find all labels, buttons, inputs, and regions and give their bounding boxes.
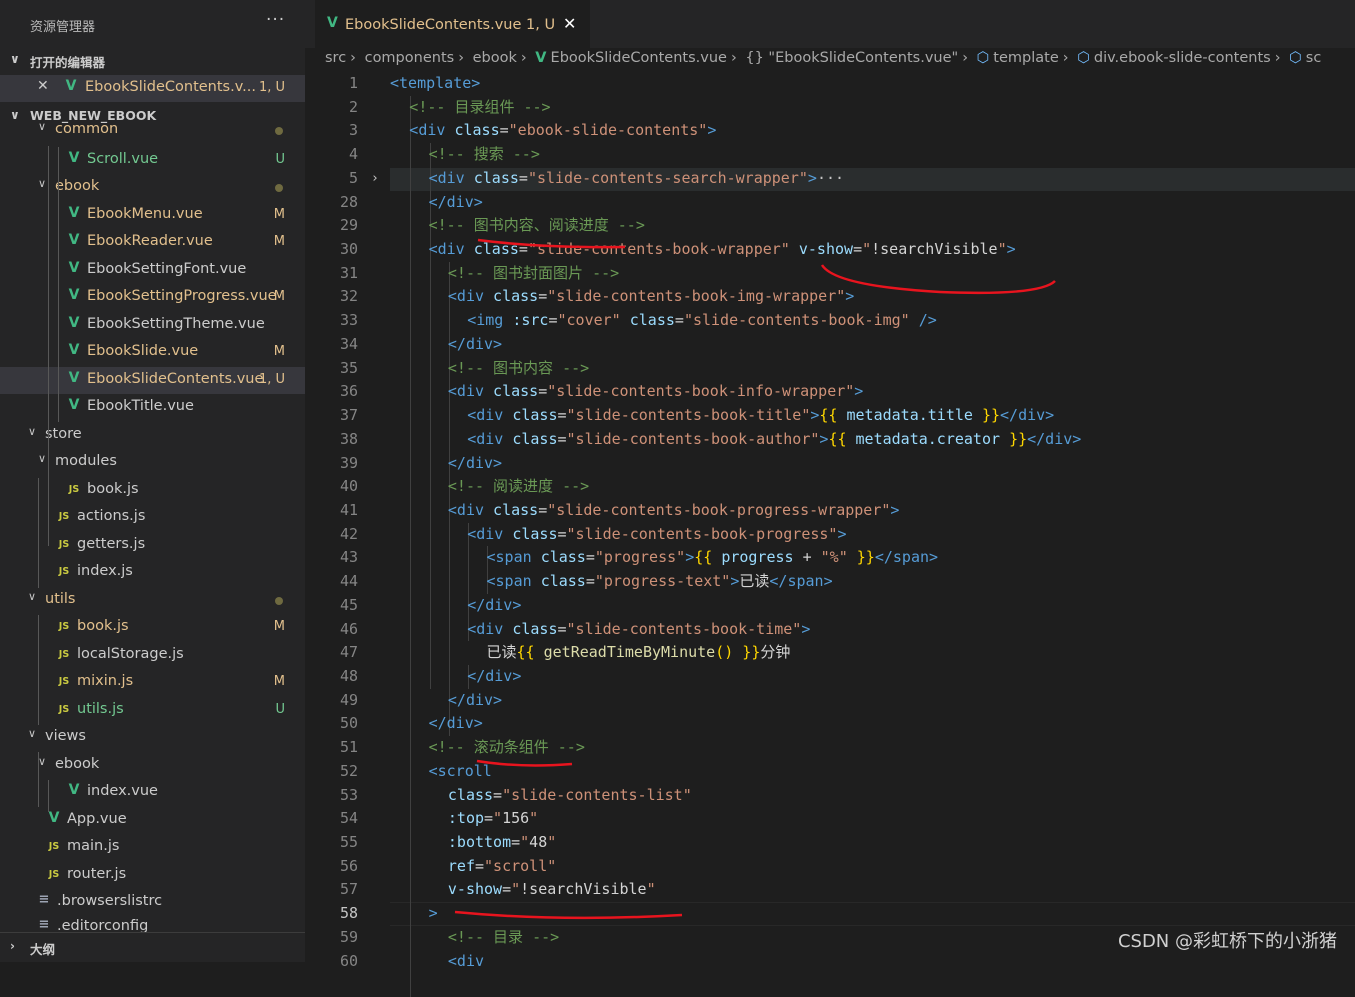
underline-line30-vshow — [820, 264, 1056, 295]
underline-line51-comment — [476, 759, 573, 767]
underline-line30-class — [477, 238, 626, 249]
red-underline-annotations — [454, 238, 1056, 920]
underline-line58 — [454, 910, 683, 920]
watermark: CSDN @彩虹桥下的小浙猪 — [1117, 931, 1337, 952]
